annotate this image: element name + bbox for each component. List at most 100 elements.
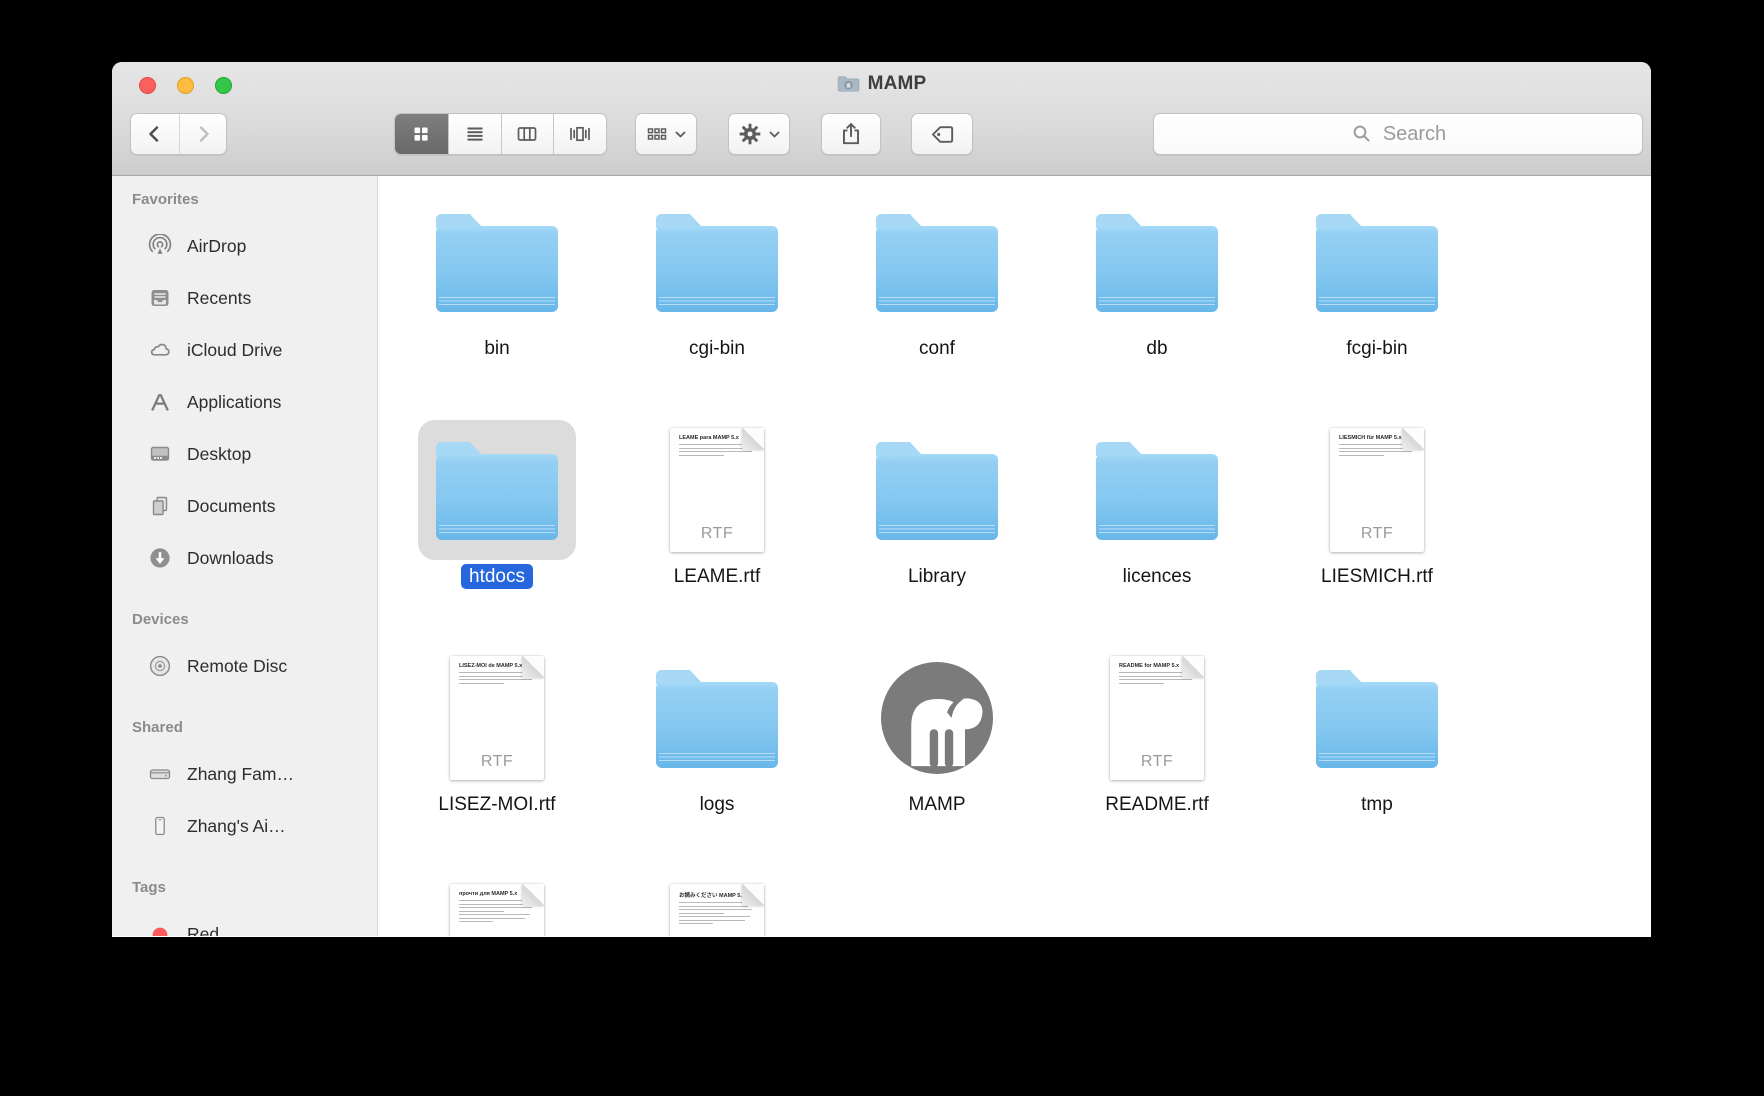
file-label: htdocs <box>461 564 533 589</box>
sidebar-item-recents[interactable]: Recents <box>112 272 377 324</box>
group-items-icon <box>645 122 669 146</box>
file-browser-content: bin cgi-bin conf db fcgi-bin htdocs LEAM… <box>378 176 1651 936</box>
file-item-cgi-bin[interactable]: cgi-bin <box>607 182 827 410</box>
doc-preview-heading: LIESMICH für MAMP 5.x <box>1339 435 1414 441</box>
file-item-fcgi-bin[interactable]: fcgi-bin <box>1267 182 1487 410</box>
window-title: MAMP <box>868 73 927 95</box>
file-item-document-15[interactable]: прочти для MAMP 5.x <box>387 866 607 936</box>
file-grid: bin cgi-bin conf db fcgi-bin htdocs LEAM… <box>378 176 1651 936</box>
rtf-badge: RTF <box>1330 525 1424 543</box>
file-label: logs <box>692 792 743 817</box>
icloud-icon <box>148 338 172 362</box>
sidebar-item-desktop[interactable]: Desktop <box>112 428 377 480</box>
rtf-badge: RTF <box>670 525 764 543</box>
file-item-htdocs[interactable]: htdocs <box>387 410 607 638</box>
column-view-icon <box>515 122 539 146</box>
rtf-badge: RTF <box>1110 753 1204 771</box>
file-item-lisez-moi-rtf[interactable]: LISEZ-MOI de MAMP 5.x RTF LISEZ-MOI.rtf <box>387 638 607 866</box>
chevron-down-icon <box>674 128 687 141</box>
folder-icon <box>876 226 998 312</box>
file-item-bin[interactable]: bin <box>387 182 607 410</box>
finder-window: MAMP <box>112 62 1651 937</box>
file-item-tmp[interactable]: tmp <box>1267 638 1487 866</box>
tag-icon <box>929 121 956 148</box>
recents-icon <box>148 286 172 310</box>
folder-icon <box>1096 454 1218 540</box>
folder-icon <box>1096 226 1218 312</box>
icon-view-button[interactable] <box>395 114 448 154</box>
tag-red-icon <box>148 922 172 936</box>
chevron-left-icon <box>144 123 166 145</box>
folder-icon <box>1316 226 1438 312</box>
file-label: LEAME.rtf <box>666 564 769 589</box>
sidebar-item-zhang-fam[interactable]: Zhang Fam… <box>112 748 377 800</box>
doc-preview-heading: LEAME para MAMP 5.x <box>679 435 754 441</box>
sidebar-item-downloads[interactable]: Downloads <box>112 532 377 584</box>
sidebar-item-applications[interactable]: Applications <box>112 376 377 428</box>
rtf-document-icon: README for MAMP 5.x RTF <box>1110 656 1204 780</box>
folder-icon <box>876 454 998 540</box>
folder-icon <box>1316 682 1438 768</box>
folder-icon <box>436 454 558 540</box>
file-label: LISEZ-MOI.rtf <box>430 792 563 817</box>
sidebar-item-zhang-s-ai[interactable]: Zhang's Ai… <box>112 800 377 852</box>
rtf-badge: RTF <box>450 753 544 771</box>
desktop-icon <box>148 442 172 466</box>
doc-preview-heading: お読みください MAMP 5.x <box>679 891 754 899</box>
folder-icon <box>656 682 778 768</box>
sidebar-item-documents[interactable]: Documents <box>112 480 377 532</box>
folder-proxy-icon[interactable] <box>837 75 860 93</box>
downloads-icon <box>148 546 172 570</box>
doc-preview-heading: LISEZ-MOI de MAMP 5.x <box>459 663 534 669</box>
file-label: LIESMICH.rtf <box>1313 564 1441 589</box>
column-view-button[interactable] <box>501 114 554 154</box>
grid-view-icon <box>409 122 433 146</box>
share-button[interactable] <box>821 113 881 155</box>
search-input[interactable]: Search <box>1153 113 1643 155</box>
sidebar-item-remote-disc[interactable]: Remote Disc <box>112 640 377 692</box>
sidebar-section-favorites: Favorites <box>112 188 377 212</box>
search-placeholder: Search <box>1383 123 1446 146</box>
file-item-document-16[interactable]: お読みください MAMP 5.x <box>607 866 827 936</box>
rtf-document-icon: LISEZ-MOI de MAMP 5.x RTF <box>450 656 544 780</box>
file-item-library[interactable]: Library <box>827 410 1047 638</box>
sidebar-section-devices: Devices <box>112 608 377 632</box>
file-item-mamp[interactable]: MAMP <box>827 638 1047 866</box>
folder-icon <box>436 226 558 312</box>
share-icon <box>838 121 864 147</box>
mamp-app-icon <box>881 662 993 774</box>
file-item-logs[interactable]: logs <box>607 638 827 866</box>
doc-preview-heading: README for MAMP 5.x <box>1119 663 1194 669</box>
action-menu-button[interactable] <box>728 113 790 155</box>
mobile-device-icon <box>148 814 172 838</box>
file-item-conf[interactable]: conf <box>827 182 1047 410</box>
back-button[interactable] <box>131 114 179 154</box>
toolbar: Search <box>112 106 1651 176</box>
list-view-icon <box>463 122 487 146</box>
file-label: README.rtf <box>1097 792 1216 817</box>
file-item-licences[interactable]: licences <box>1047 410 1267 638</box>
file-label: licences <box>1115 564 1200 589</box>
titlebar[interactable]: MAMP <box>112 62 1651 106</box>
list-view-button[interactable] <box>448 114 501 154</box>
sidebar-item-airdrop[interactable]: AirDrop <box>112 220 377 272</box>
edit-tags-button[interactable] <box>911 113 973 155</box>
navigation-buttons <box>130 113 227 155</box>
rtf-document-icon: お読みください MAMP 5.x <box>670 884 764 936</box>
file-label: db <box>1138 336 1175 361</box>
group-items-button[interactable] <box>635 113 697 155</box>
forward-button[interactable] <box>179 114 227 154</box>
sidebar-item-icloud-drive[interactable]: iCloud Drive <box>112 324 377 376</box>
file-item-db[interactable]: db <box>1047 182 1267 410</box>
file-item-leame-rtf[interactable]: LEAME para MAMP 5.x RTF LEAME.rtf <box>607 410 827 638</box>
folder-icon <box>656 226 778 312</box>
applications-icon <box>148 390 172 414</box>
rtf-document-icon: LIESMICH für MAMP 5.x RTF <box>1330 428 1424 552</box>
view-switcher <box>394 113 607 155</box>
file-item-readme-rtf[interactable]: README for MAMP 5.x RTF README.rtf <box>1047 638 1267 866</box>
sidebar-item-red[interactable]: Red <box>112 908 377 936</box>
coverflow-view-button[interactable] <box>553 114 606 154</box>
file-item-liesmich-rtf[interactable]: LIESMICH für MAMP 5.x RTF LIESMICH.rtf <box>1267 410 1487 638</box>
coverflow-view-icon <box>568 122 592 146</box>
screen-background: MAMP <box>0 0 1764 1096</box>
